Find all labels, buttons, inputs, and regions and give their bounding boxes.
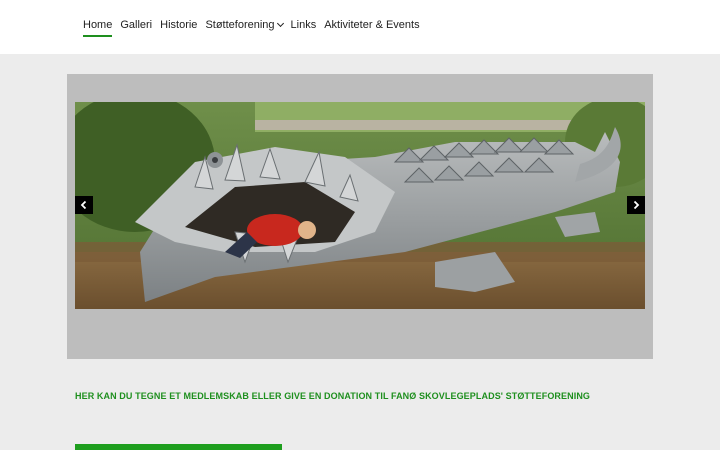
nav-item-label: Aktiviteter & Events (324, 19, 420, 31)
membership-button[interactable] (75, 444, 282, 450)
nav-item-historie[interactable]: Historie (160, 17, 197, 33)
nav-item-links[interactable]: Links (291, 17, 317, 33)
chevron-left-icon (80, 200, 87, 210)
dragon-sculpture-photo (75, 102, 645, 309)
slider-image (75, 102, 645, 309)
nav-item-label: Home (83, 19, 113, 31)
nav-item-label: Galleri (120, 19, 153, 31)
nav-item-label: Links (290, 19, 317, 31)
main-nav: Home Galleri Historie Støtteforening Lin… (83, 17, 428, 37)
image-slider (67, 74, 653, 359)
slider-prev-button[interactable] (75, 196, 93, 214)
chevron-down-icon (276, 19, 284, 28)
nav-item-stotteforening[interactable]: Støtteforening (205, 17, 284, 33)
membership-heading: HER KAN DU TEGNE ET MEDLEMSKAB ELLER GIV… (75, 391, 591, 401)
slider-next-button[interactable] (627, 196, 645, 214)
site-header: Home Galleri Historie Støtteforening Lin… (0, 0, 720, 54)
nav-item-label: Historie (160, 19, 198, 31)
nav-item-aktiviteter[interactable]: Aktiviteter & Events (324, 17, 419, 33)
nav-item-galleri[interactable]: Galleri (120, 17, 152, 33)
nav-item-label: Støtteforening (205, 19, 275, 31)
chevron-right-icon (633, 200, 640, 210)
nav-item-home[interactable]: Home (83, 17, 113, 37)
